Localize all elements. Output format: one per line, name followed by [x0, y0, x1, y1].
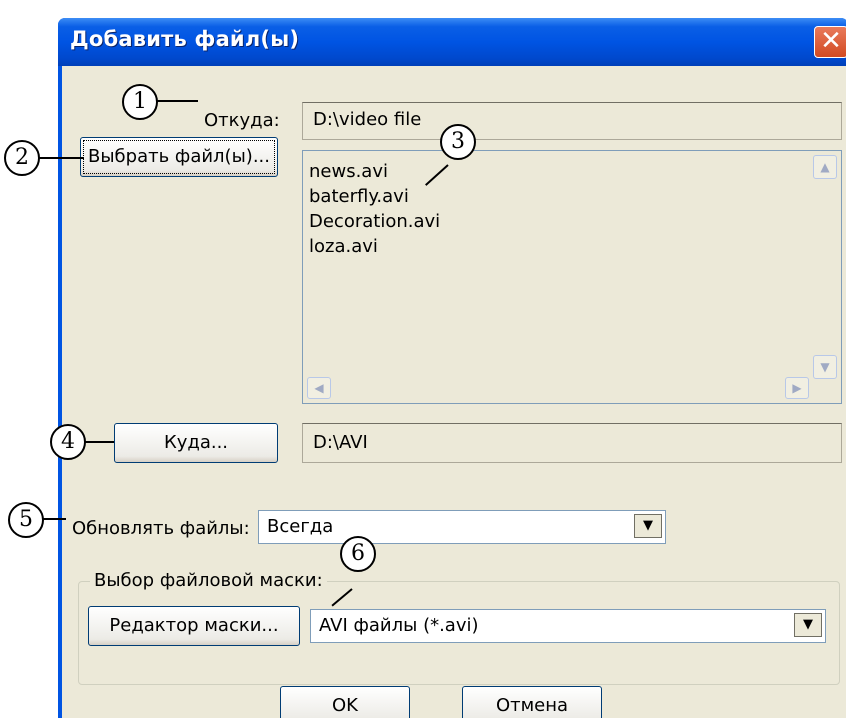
- callout-2: 2: [4, 140, 40, 176]
- destination-button[interactable]: Куда...: [114, 423, 278, 463]
- callout-2-leader: [38, 157, 84, 159]
- callout-1: 1: [122, 84, 158, 120]
- chevron-down-icon[interactable]: ▼: [794, 613, 822, 637]
- file-item-news[interactable]: news.avi: [309, 159, 440, 184]
- file-mask-group-label: Выбор файловой маски:: [90, 570, 327, 591]
- file-mask-value: AVI файлы (*.avi): [319, 615, 479, 636]
- select-files-button[interactable]: Выбрать файл(ы)...: [80, 137, 278, 177]
- destination-path-field: D:\AVI: [302, 423, 842, 463]
- source-label: Откуда:: [204, 110, 280, 131]
- update-files-label: Обновлять файлы:: [72, 518, 250, 539]
- close-icon[interactable]: ✕: [814, 26, 846, 58]
- title-bar[interactable]: Добавить файл(ы) ✕: [58, 18, 846, 66]
- add-files-dialog: Добавить файл(ы) ✕ Откуда: D:\video file…: [58, 18, 846, 718]
- callout-4-leader: [84, 441, 114, 443]
- file-mask-select[interactable]: AVI файлы (*.avi) ▼: [310, 609, 826, 643]
- file-item-loza[interactable]: loza.avi: [309, 234, 440, 259]
- ok-button[interactable]: OK: [280, 686, 410, 718]
- file-list-items: news.avi baterfly.avi Decoration.avi loz…: [309, 159, 440, 259]
- callout-3: 3: [440, 124, 476, 160]
- scroll-down-icon[interactable]: ▼: [813, 355, 837, 379]
- update-files-select[interactable]: Всегда ▼: [258, 510, 666, 544]
- chevron-down-icon[interactable]: ▼: [634, 514, 662, 538]
- mask-editor-button[interactable]: Редактор маски...: [88, 606, 300, 646]
- callout-1-leader: [156, 100, 198, 102]
- callout-5: 5: [8, 502, 44, 538]
- callout-6: 6: [340, 536, 376, 572]
- callout-4: 4: [50, 424, 86, 460]
- update-files-value: Всегда: [267, 516, 334, 537]
- file-item-decoration[interactable]: Decoration.avi: [309, 209, 440, 234]
- file-item-baterfly[interactable]: baterfly.avi: [309, 184, 440, 209]
- callout-5-leader: [42, 518, 66, 520]
- cancel-button[interactable]: Отмена: [462, 686, 602, 718]
- scroll-up-icon[interactable]: ▲: [813, 155, 837, 179]
- scroll-left-icon[interactable]: ◀: [307, 377, 331, 399]
- window-title: Добавить файл(ы): [70, 27, 300, 51]
- dialog-body: Откуда: D:\video file Выбрать файл(ы)...…: [62, 66, 846, 718]
- source-path-field: D:\video file: [302, 102, 842, 140]
- file-list[interactable]: news.avi baterfly.avi Decoration.avi loz…: [302, 150, 842, 404]
- scroll-right-icon[interactable]: ▶: [785, 377, 809, 399]
